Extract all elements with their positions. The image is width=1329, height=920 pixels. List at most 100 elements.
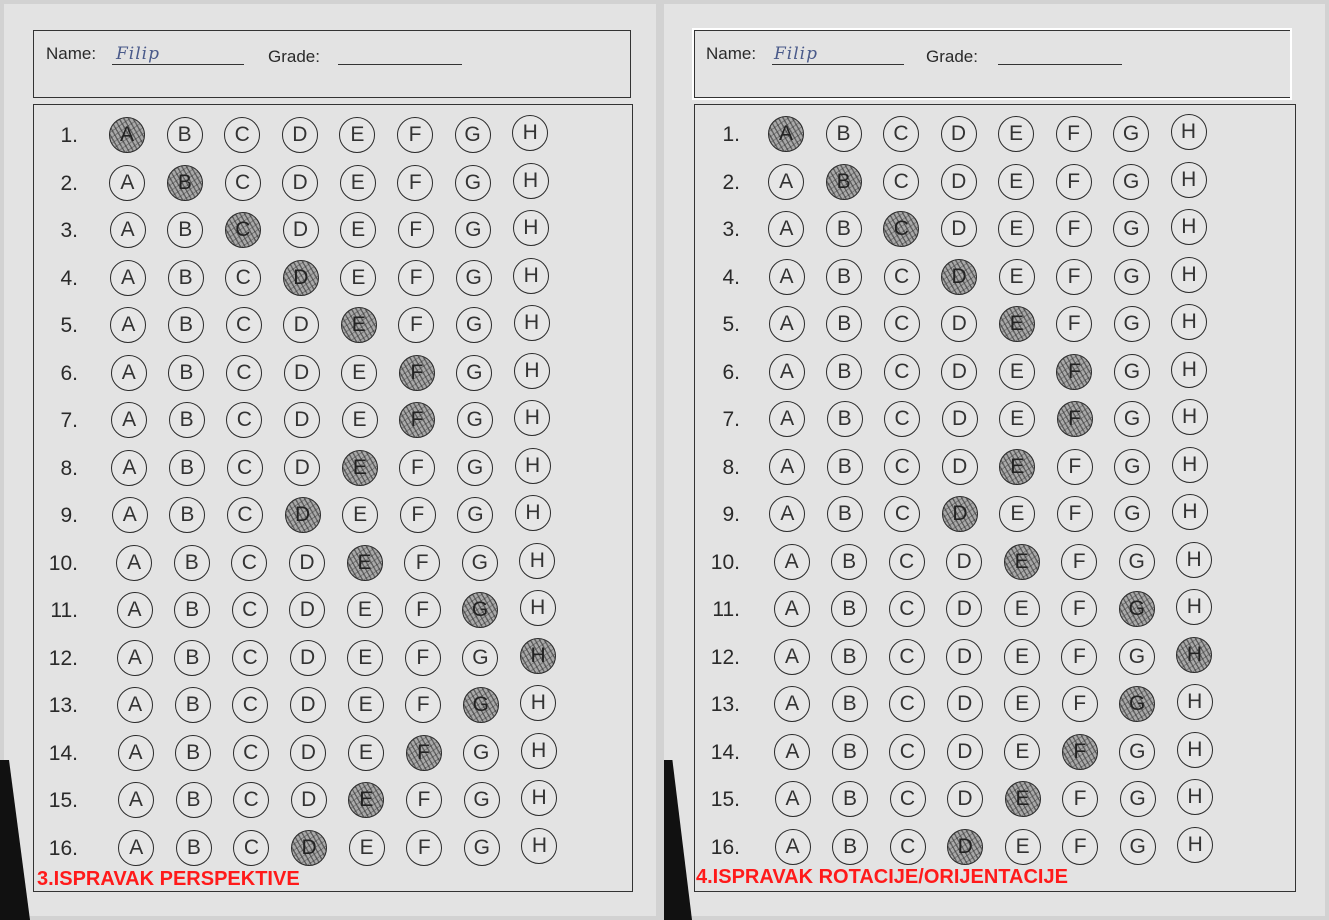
answer-bubble[interactable]: A	[773, 543, 810, 580]
answer-bubble[interactable]: G	[1113, 306, 1150, 342]
answer-bubble[interactable]: H	[513, 257, 550, 294]
answer-bubble[interactable]: B	[831, 638, 868, 675]
answer-bubble[interactable]: B	[832, 781, 869, 817]
answer-bubble[interactable]: F	[406, 829, 443, 866]
answer-bubble[interactable]: H	[515, 495, 551, 531]
answer-bubble[interactable]: D	[289, 639, 326, 676]
answer-bubble[interactable]: H	[1176, 684, 1213, 720]
answer-bubble[interactable]: D	[283, 307, 320, 343]
answer-bubble[interactable]: H	[512, 210, 549, 246]
answer-bubble[interactable]: C	[889, 686, 926, 722]
answer-bubble[interactable]: F	[404, 639, 441, 676]
answer-bubble[interactable]: F	[404, 544, 441, 581]
answer-bubble[interactable]: G	[463, 734, 500, 771]
answer-bubble[interactable]: G	[456, 354, 493, 391]
answer-bubble[interactable]: B	[831, 733, 868, 770]
answer-bubble[interactable]: B	[831, 686, 868, 722]
answer-bubble[interactable]: E	[999, 401, 1036, 437]
answer-bubble[interactable]: F	[404, 592, 441, 628]
answer-bubble[interactable]: D	[283, 354, 320, 391]
answer-bubble[interactable]: C	[884, 448, 921, 485]
answer-bubble-filled[interactable]: F	[399, 402, 436, 438]
answer-bubble[interactable]: D	[946, 733, 983, 770]
answer-bubble[interactable]: C	[884, 401, 921, 437]
answer-bubble[interactable]: B	[167, 259, 204, 296]
answer-bubble[interactable]: A	[111, 449, 148, 486]
answer-bubble[interactable]: C	[883, 258, 920, 295]
answer-bubble-filled[interactable]: E	[1004, 781, 1041, 817]
answer-bubble[interactable]: A	[111, 497, 148, 533]
answer-bubble[interactable]: B	[168, 354, 205, 391]
answer-bubble[interactable]: B	[826, 401, 863, 437]
answer-bubble[interactable]: E	[341, 354, 378, 391]
answer-bubble[interactable]: H	[1177, 779, 1214, 815]
answer-bubble[interactable]: G	[1119, 733, 1156, 770]
answer-bubble[interactable]: H	[1171, 304, 1208, 340]
answer-bubble-filled[interactable]: D	[291, 829, 328, 866]
answer-bubble-filled[interactable]: F	[1056, 401, 1093, 437]
answer-bubble[interactable]: A	[117, 782, 154, 818]
answer-bubble[interactable]: D	[290, 734, 327, 771]
answer-bubble[interactable]: D	[941, 306, 978, 342]
answer-bubble[interactable]: D	[940, 116, 977, 152]
answer-bubble[interactable]: E	[1004, 686, 1041, 722]
answer-bubble[interactable]: G	[456, 307, 492, 343]
answer-bubble[interactable]: E	[1004, 828, 1041, 865]
answer-bubble[interactable]: E	[340, 259, 377, 296]
answer-bubble[interactable]: G	[455, 259, 492, 296]
answer-bubble[interactable]: H	[513, 305, 550, 341]
answer-bubble[interactable]: A	[768, 306, 805, 342]
answer-bubble[interactable]: C	[883, 353, 920, 390]
answer-bubble-filled[interactable]: E	[998, 306, 1035, 342]
answer-bubble-filled[interactable]: H	[1176, 636, 1213, 673]
answer-bubble[interactable]: A	[773, 638, 810, 675]
answer-bubble[interactable]: G	[463, 829, 500, 866]
answer-bubble[interactable]: G	[1113, 353, 1150, 390]
answer-bubble[interactable]: D	[283, 402, 320, 438]
answer-bubble[interactable]: C	[231, 544, 268, 581]
answer-bubble[interactable]: E	[340, 212, 377, 248]
answer-bubble[interactable]: A	[768, 163, 805, 200]
answer-bubble[interactable]: D	[941, 353, 978, 390]
answer-bubble[interactable]: C	[889, 781, 926, 817]
answer-bubble[interactable]: A	[774, 686, 811, 722]
answer-bubble[interactable]: A	[769, 401, 806, 437]
answer-bubble[interactable]: E	[347, 687, 384, 723]
answer-bubble-filled[interactable]: D	[282, 259, 319, 296]
answer-bubble[interactable]: E	[998, 116, 1034, 152]
answer-bubble[interactable]: E	[341, 402, 378, 438]
answer-bubble[interactable]: A	[773, 591, 810, 627]
answer-bubble[interactable]: C	[224, 164, 261, 201]
answer-bubble[interactable]: B	[168, 307, 204, 343]
answer-bubble[interactable]: E	[1003, 638, 1040, 675]
answer-bubble[interactable]: H	[521, 780, 558, 816]
answer-bubble[interactable]: D	[946, 638, 983, 675]
answer-bubble-filled[interactable]: A	[109, 117, 145, 153]
answer-bubble-filled[interactable]: G	[1119, 686, 1156, 722]
answer-bubble[interactable]: G	[454, 164, 491, 201]
answer-bubble[interactable]: C	[225, 307, 262, 343]
answer-bubble[interactable]: G	[1114, 448, 1151, 485]
answer-bubble[interactable]: B	[168, 402, 205, 438]
answer-bubble[interactable]: H	[1170, 209, 1207, 245]
answer-bubble[interactable]: B	[173, 544, 210, 581]
answer-bubble[interactable]: D	[946, 543, 983, 580]
answer-bubble[interactable]: D	[282, 212, 319, 248]
answer-bubble-filled[interactable]: D	[947, 828, 984, 865]
answer-bubble[interactable]: F	[1061, 543, 1098, 580]
answer-bubble[interactable]: F	[1056, 258, 1093, 295]
answer-bubble-filled[interactable]: B	[825, 163, 862, 200]
answer-bubble[interactable]: H	[1171, 446, 1208, 483]
answer-bubble-filled[interactable]: A	[768, 116, 804, 152]
answer-bubble[interactable]: F	[399, 497, 436, 533]
answer-bubble[interactable]: A	[111, 402, 148, 438]
answer-bubble[interactable]: A	[116, 544, 153, 581]
answer-bubble[interactable]: C	[226, 449, 263, 486]
answer-bubble[interactable]: E	[1004, 733, 1041, 770]
answer-bubble[interactable]: G	[454, 117, 491, 153]
answer-bubble[interactable]: D	[284, 449, 321, 486]
answer-bubble[interactable]: H	[520, 732, 557, 769]
answer-bubble[interactable]: E	[347, 734, 384, 771]
answer-bubble-filled[interactable]: F	[1056, 353, 1093, 390]
answer-bubble[interactable]: A	[774, 733, 811, 770]
